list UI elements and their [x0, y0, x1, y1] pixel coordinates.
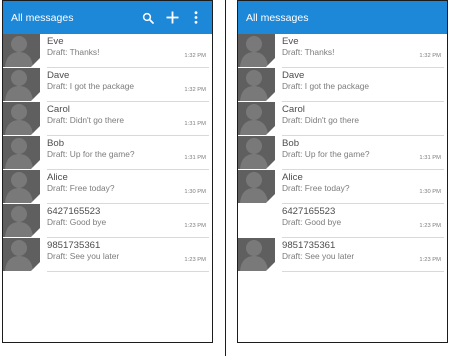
person-silhouette-icon [240, 104, 275, 135]
contact-name: Bob [47, 138, 65, 149]
message-time: 1:30 PM [184, 189, 206, 195]
conversation-row[interactable]: Eve Draft: Thanks! 1:32 PM [238, 34, 447, 68]
person-silhouette-icon [5, 172, 40, 203]
row-divider [282, 271, 444, 272]
contact-avatar [3, 102, 40, 135]
search-button[interactable] [136, 1, 160, 34]
contact-avatar [238, 204, 275, 237]
contact-avatar [238, 238, 275, 271]
person-silhouette-icon [240, 138, 275, 169]
contact-avatar [238, 34, 275, 67]
overflow-menu-button[interactable] [184, 1, 208, 34]
message-time: 1:32 PM [184, 87, 206, 93]
contact-avatar [238, 136, 275, 169]
message-time: 1:30 PM [419, 189, 441, 195]
person-silhouette-icon [5, 70, 40, 101]
person-silhouette-icon [5, 36, 40, 67]
conversation-list: Eve Draft: Thanks! 1:32 PM Dave Draft: I… [238, 34, 447, 272]
person-silhouette-icon [240, 70, 275, 101]
contact-avatar [3, 34, 40, 67]
contact-avatar [238, 170, 275, 203]
person-silhouette-icon [5, 206, 40, 237]
contact-name: 9851735361 [282, 240, 336, 251]
conversation-row[interactable]: Alice Draft: Free today? 1:30 PM [238, 170, 447, 204]
person-silhouette-icon [240, 36, 275, 67]
message-time: 1:23 PM [419, 223, 441, 229]
person-silhouette-icon [5, 104, 40, 135]
contact-avatar [238, 102, 275, 135]
contact-name: Eve [282, 36, 299, 47]
conversation-row[interactable]: 6427165523 Draft: Good bye 1:23 PM [3, 204, 212, 238]
conversation-row[interactable]: Bob Draft: Up for the game? 1:31 PM [238, 136, 447, 170]
app-bar-title: All messages [246, 11, 309, 24]
app-bar-title: All messages [11, 11, 74, 24]
message-time: 1:23 PM [184, 223, 206, 229]
conversation-row[interactable]: 6427165523 Draft: Good bye 1:23 PM [238, 204, 447, 238]
conversation-row[interactable]: 9851735361 Draft: See you later 1:23 PM [238, 238, 447, 272]
message-time: 1:31 PM [184, 121, 206, 127]
person-silhouette-icon [5, 138, 40, 169]
person-silhouette-icon [5, 240, 40, 271]
conversation-row[interactable]: Alice Draft: Free today? 1:30 PM [3, 170, 212, 204]
contact-name: Carol [282, 104, 305, 115]
message-time: 1:32 PM [184, 53, 206, 59]
left-phone-screen: All messages Eve Draft: Thanks! 1:32 PM … [2, 0, 213, 343]
contact-name: 9851735361 [47, 240, 101, 251]
contact-avatar [3, 170, 40, 203]
contact-name: Alice [47, 172, 68, 183]
search-icon [142, 12, 154, 24]
draft-preview: Draft: I got the package [282, 81, 370, 91]
contact-avatar [3, 136, 40, 169]
more-vert-icon [194, 11, 198, 24]
contact-name: Bob [282, 138, 300, 149]
contact-avatar [3, 68, 40, 101]
conversation-row[interactable]: Eve Draft: Thanks! 1:32 PM [3, 34, 212, 68]
message-time: 1:32 PM [419, 53, 441, 59]
contact-avatar [238, 68, 275, 101]
conversation-row[interactable]: Carol Draft: Didn't go there 1:31 PM [3, 102, 212, 136]
message-time: 1:23 PM [184, 257, 206, 263]
message-time: 1:31 PM [419, 155, 441, 161]
app-bar: All messages [238, 1, 447, 34]
message-time: 1:31 PM [184, 155, 206, 161]
conversation-row[interactable]: 9851735361 Draft: See you later 1:23 PM [3, 238, 212, 272]
contact-name: Carol [47, 104, 70, 115]
app-bar-actions [136, 1, 208, 34]
contact-name: Alice [282, 172, 303, 183]
contact-name: Dave [282, 70, 305, 81]
row-divider [47, 271, 209, 272]
conversation-row[interactable]: Bob Draft: Up for the game? 1:31 PM [3, 136, 212, 170]
person-silhouette-icon [240, 172, 275, 203]
divider [225, 0, 226, 356]
conversation-row[interactable]: Dave Draft: I got the package [238, 68, 447, 102]
plus-icon [166, 11, 178, 24]
message-time: 1:23 PM [419, 257, 441, 263]
app-bar: All messages [3, 1, 212, 34]
contact-avatar [3, 238, 40, 271]
contact-name: Eve [47, 36, 64, 47]
conversation-row[interactable]: Dave Draft: I got the package 1:32 PM [3, 68, 212, 102]
contact-name: 6427165523 [47, 206, 101, 217]
contact-name: Dave [47, 70, 70, 81]
person-silhouette-icon [240, 240, 275, 271]
right-phone-screen: All messages Eve Draft: Thanks! 1:32 PM … [237, 0, 448, 343]
conversation-list: Eve Draft: Thanks! 1:32 PM Dave Draft: I… [3, 34, 212, 272]
contact-avatar [3, 204, 40, 237]
add-button[interactable] [160, 1, 184, 34]
conversation-row[interactable]: Carol Draft: Didn't go there [238, 102, 447, 136]
draft-preview: Draft: Didn't go there [282, 115, 360, 125]
contact-name: 6427165523 [282, 206, 336, 217]
